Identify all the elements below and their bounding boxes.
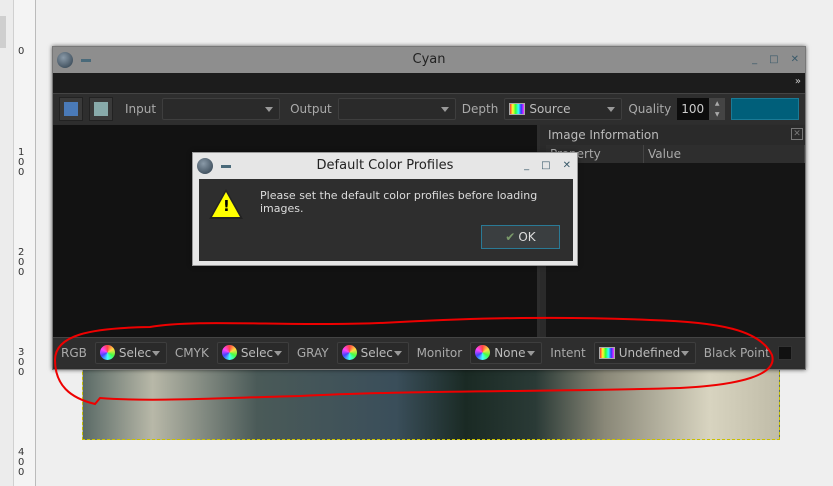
ruler-label: 300	[18, 347, 25, 378]
chevron-down-icon	[265, 107, 274, 112]
ok-check-icon: ✔	[505, 230, 516, 244]
chevron-down-icon	[440, 107, 449, 112]
input-profile-select[interactable]	[162, 98, 281, 120]
chevron-down-icon	[273, 350, 282, 356]
cmyk-label: CMYK	[174, 345, 209, 360]
shade-icon[interactable]	[81, 59, 91, 62]
window-titlebar[interactable]: Cyan _ □ ✕	[53, 47, 805, 73]
shade-icon[interactable]	[221, 165, 231, 168]
quality-input[interactable]: 100	[677, 98, 710, 120]
depth-value: Source	[529, 102, 571, 116]
cmyk-profile-select[interactable]: Selec	[216, 341, 289, 364]
left-dock-strip	[0, 0, 14, 486]
open-file-icon	[64, 102, 78, 116]
chevron-down-icon	[680, 350, 689, 356]
panel-title: Image Information	[548, 128, 659, 142]
quality-spinner[interactable]: ▲ ▼	[709, 98, 726, 120]
gray-label: GRAY	[296, 345, 329, 360]
gray-value: Selec	[360, 345, 393, 360]
dialog-title: Default Color Profiles	[316, 158, 454, 173]
info-table: PropertyValue	[546, 145, 805, 337]
gray-profile-select[interactable]: Selec	[336, 341, 409, 364]
close-icon[interactable]: ✕	[563, 153, 571, 179]
open-button[interactable]	[59, 97, 83, 121]
monitor-profile-select[interactable]: None	[470, 341, 543, 364]
ruler-label: 0	[18, 46, 25, 57]
rgb-profile-select[interactable]: Selec	[94, 341, 167, 364]
blackpoint-label: Black Point	[703, 345, 770, 360]
save-icon	[94, 102, 108, 116]
depth-select[interactable]: Source	[504, 98, 623, 120]
close-panel-icon[interactable]: ✕	[791, 128, 803, 140]
color-wheel-icon	[341, 345, 357, 360]
maximize-icon[interactable]: □	[769, 47, 778, 73]
minimize-icon[interactable]: _	[524, 153, 529, 179]
ruler-label: 400	[18, 447, 25, 478]
dialog-titlebar[interactable]: Default Color Profiles _ □ ✕	[193, 153, 577, 179]
intent-select[interactable]: Undefined	[593, 341, 696, 364]
menubar: »	[53, 73, 805, 93]
overflow-icon[interactable]: »	[795, 76, 801, 87]
color-wheel-icon	[475, 345, 491, 360]
chevron-down-icon	[607, 107, 616, 112]
ruler-label: 200	[18, 247, 25, 278]
ok-label: OK	[518, 230, 536, 244]
ruler-label: 100	[18, 147, 25, 178]
minimize-icon[interactable]: _	[752, 47, 757, 73]
quality-label: Quality	[628, 102, 672, 116]
rgb-value: Selec	[118, 345, 152, 360]
rgb-label: RGB	[61, 345, 87, 360]
color-wheel-icon	[221, 345, 237, 360]
app-icon	[197, 158, 213, 174]
ok-button[interactable]: ✔ OK	[481, 225, 560, 249]
close-icon[interactable]: ✕	[791, 47, 799, 73]
chevron-down-icon	[393, 350, 402, 356]
image-information-panel: Image Information ✕ PropertyValue	[540, 125, 805, 337]
maximize-icon[interactable]: □	[541, 153, 550, 179]
chevron-down-icon	[151, 350, 160, 356]
window-title: Cyan	[412, 52, 446, 67]
cmyk-value: Selec	[240, 345, 274, 360]
chevron-down-icon	[527, 350, 536, 356]
input-label: Input	[125, 102, 157, 116]
app-icon	[57, 52, 73, 68]
monitor-label: Monitor	[416, 345, 463, 360]
monitor-icon	[598, 346, 615, 359]
output-label: Output	[290, 102, 332, 116]
dialog-message: Please set the default color profiles be…	[260, 189, 538, 215]
intent-value: Undefined	[618, 345, 681, 360]
profile-bar: RGB Selec CMYK Selec GRAY Selec Monitor …	[53, 337, 805, 367]
default-color-profiles-dialog: Default Color Profiles _ □ ✕ ! Please set …	[192, 152, 578, 266]
save-button[interactable]	[89, 97, 113, 121]
vertical-ruler: 0 100 200 300 400	[14, 0, 36, 486]
column-header[interactable]: Value	[644, 145, 805, 163]
dock-tab[interactable]	[0, 16, 6, 48]
monitor-value: None	[494, 345, 526, 360]
monitor-icon	[509, 103, 526, 115]
depth-label: Depth	[461, 102, 499, 116]
color-wheel-icon	[99, 345, 115, 360]
output-profile-select[interactable]	[337, 98, 456, 120]
blackpoint-checkbox[interactable]	[777, 345, 792, 360]
intent-label: Intent	[550, 345, 586, 360]
color-swatch[interactable]	[731, 98, 800, 120]
toolbar: Input Output Depth Source Quality 100 ▲ ▼	[53, 93, 805, 124]
